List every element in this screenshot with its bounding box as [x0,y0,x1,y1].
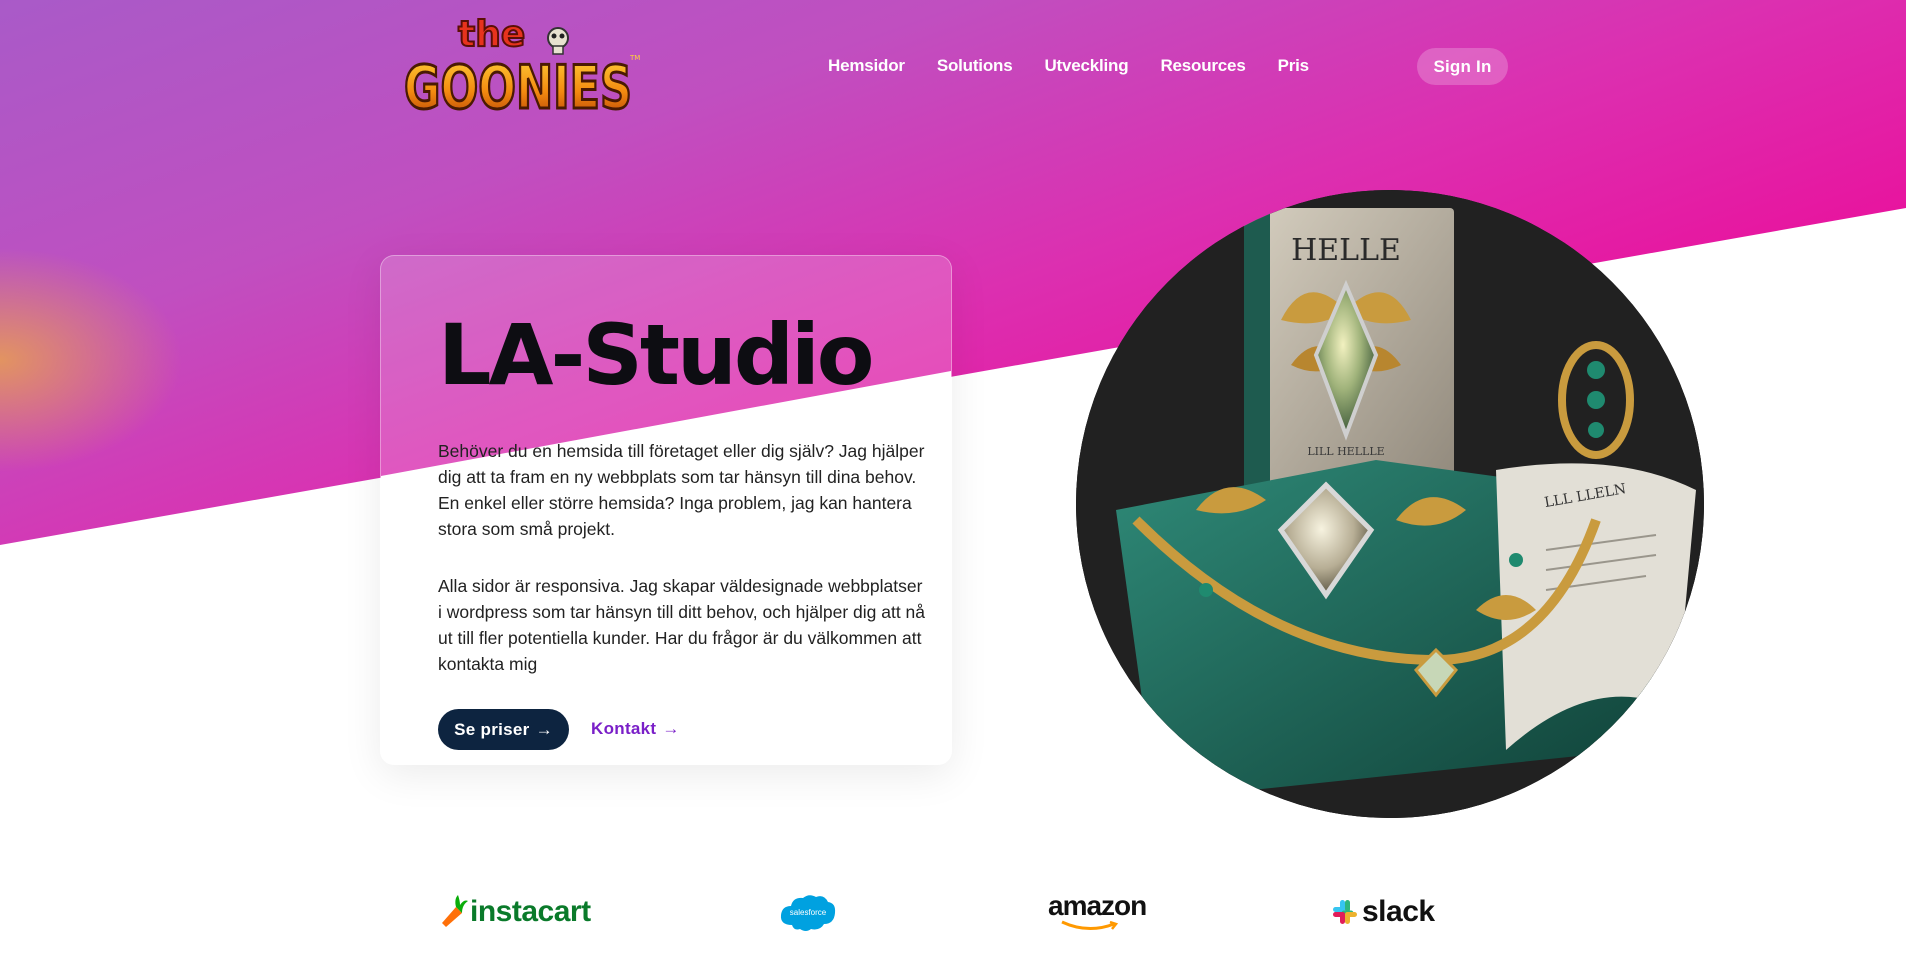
hero-paragraph-2: Alla sidor är responsiva. Jag skapar väl… [438,576,926,674]
skull-icon [547,27,569,55]
svg-text:the: the [458,14,525,55]
hero-card: LA-Studio Behöver du en hemsida till för… [380,255,952,765]
sign-in-button[interactable]: Sign In [1417,48,1508,85]
nav-item-utveckling[interactable]: Utveckling [1044,56,1128,76]
svg-text:HELLE: HELLE [1291,233,1401,268]
amazon-logo: amazon [1048,888,1148,936]
nav-item-resources[interactable]: Resources [1160,56,1245,76]
instacart-logo: instacart [438,888,593,936]
carrot-icon [442,895,468,927]
hero-jewelry-image: HELLE LILL HELLLE LLL LLELN [1076,190,1704,818]
contact-label: Kontakt [591,719,657,738]
svg-text:TM: TM [629,54,640,62]
hero-paragraph-1: Behöver du en hemsida till företaget ell… [438,441,925,539]
nav-item-solutions[interactable]: Solutions [937,56,1013,76]
salesforce-logo: salesforce [778,888,838,936]
hero-title: LA-Studio [438,306,874,404]
slack-hash-icon [1333,900,1357,924]
slack-logo: slack [1332,888,1442,936]
arrow-right-icon: → [535,719,553,739]
svg-text:LILL HELLLE: LILL HELLLE [1307,445,1384,458]
see-prices-button[interactable]: Se priser → [438,709,569,750]
nav-item-pris[interactable]: Pris [1278,56,1310,76]
contact-link[interactable]: Kontakt → [591,719,680,739]
see-prices-label: Se priser [454,719,530,739]
amazon-smile-icon [1061,920,1119,930]
goonies-logo[interactable]: the GOONIES TM [400,8,645,126]
arrow-right-icon: → [662,719,680,738]
nav-item-hemsidor[interactable]: Hemsidor [828,56,905,76]
main-navigation: Hemsidor Solutions Utveckling Resources … [828,56,1341,76]
svg-text:salesforce: salesforce [790,908,827,917]
svg-text:GOONIES: GOONIES [404,53,632,123]
